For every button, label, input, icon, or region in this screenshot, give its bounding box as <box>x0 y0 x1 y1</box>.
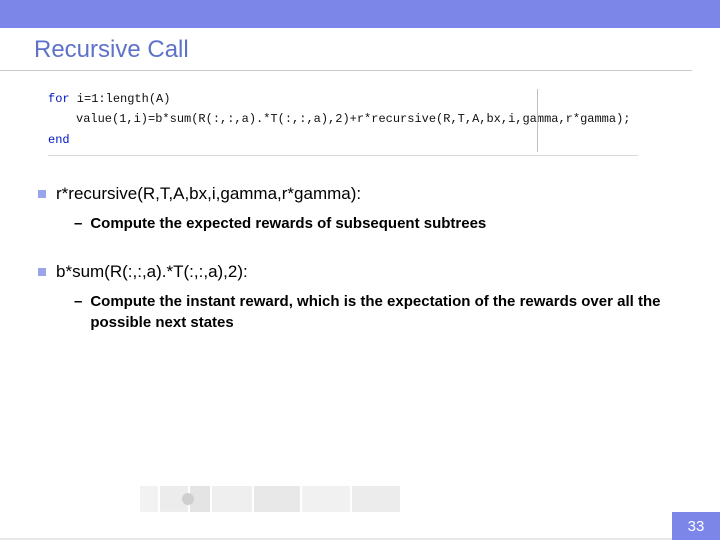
page-number-badge: 33 <box>672 512 720 540</box>
bullet-1-sub: – Compute the expected rewards of subseq… <box>74 214 690 234</box>
square-bullet-icon <box>38 190 46 198</box>
bullet-1-text: r*recursive(R,T,A,bx,i,gamma,r*gamma): <box>56 184 361 204</box>
square-bullet-icon <box>38 268 46 276</box>
code-line-2: value(1,i)=b*sum(R(:,:,a).*T(:,:,a),2)+r… <box>48 109 638 129</box>
code-block: for i=1:length(A) value(1,i)=b*sum(R(:,:… <box>48 89 638 156</box>
footer-decorative-strip <box>140 486 400 512</box>
bullet-1-sub-text: Compute the expected rewards of subseque… <box>90 214 486 234</box>
top-accent-bar <box>0 0 720 28</box>
code-underline <box>48 155 638 156</box>
bullet-1: r*recursive(R,T,A,bx,i,gamma,r*gamma): <box>38 184 690 204</box>
code-vertical-separator <box>537 89 538 152</box>
content-area: r*recursive(R,T,A,bx,i,gamma,r*gamma): –… <box>38 184 690 333</box>
code-keyword-end: end <box>48 133 70 147</box>
bullet-2-text: b*sum(R(:,:,a).*T(:,:,a),2): <box>56 262 248 282</box>
code-line-1-rest: i=1:length(A) <box>70 92 171 106</box>
bullet-2: b*sum(R(:,:,a).*T(:,:,a),2): <box>38 262 690 282</box>
bullet-2-sub-text: Compute the instant reward, which is the… <box>90 292 674 333</box>
dash-icon: – <box>74 292 82 312</box>
slide-title: Recursive Call <box>0 28 692 71</box>
page-number: 33 <box>688 518 705 535</box>
dash-icon: – <box>74 214 82 234</box>
code-keyword-for: for <box>48 92 70 106</box>
bullet-2-sub: – Compute the instant reward, which is t… <box>74 292 690 333</box>
